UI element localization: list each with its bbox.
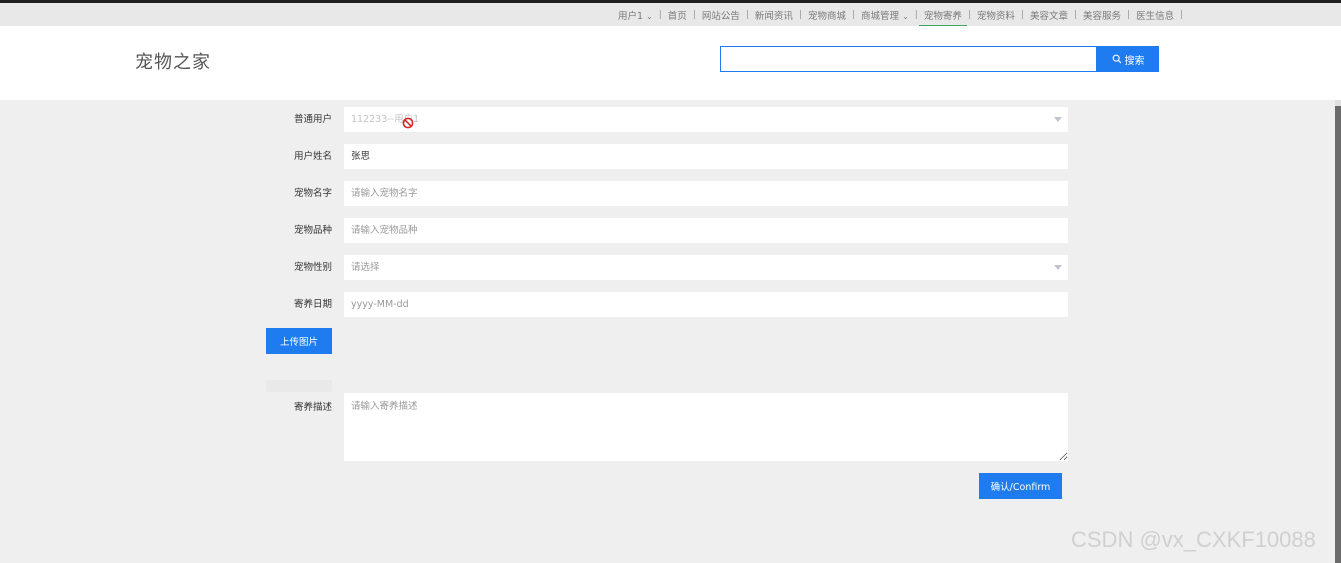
nav-item-pet-mall[interactable]: 宠物商城	[802, 8, 852, 22]
nav-item-home[interactable]: 首页	[662, 8, 693, 22]
nav-user-menu[interactable]: 用户1 ⌄	[612, 8, 659, 22]
chevron-down-icon	[1054, 117, 1062, 122]
pet-gender-placeholder: 请选择	[351, 262, 380, 273]
image-preview-placeholder	[266, 380, 332, 392]
field-label: 宠物性别	[293, 262, 332, 273]
nav-item-doctor-info[interactable]: 医生信息	[1130, 8, 1180, 22]
nav-item-mall-management[interactable]: 商城管理 ⌄	[855, 8, 915, 22]
search-icon	[1112, 54, 1121, 64]
nav-item-pet-info[interactable]: 宠物资料	[971, 8, 1021, 22]
not-allowed-icon	[402, 117, 414, 129]
form-row-user-name: 用户姓名 张思	[260, 144, 1068, 169]
nav-item-beauty-services[interactable]: 美容服务	[1077, 8, 1127, 22]
form-row-user: 普通用户 112233--用户1	[260, 107, 1068, 132]
form-row-pet-gender: 宠物性别 请选择	[260, 255, 1068, 280]
nav-item-news[interactable]: 新闻资讯	[749, 8, 799, 22]
boarding-description-textarea[interactable]	[344, 393, 1068, 461]
scrollbar[interactable]	[1335, 100, 1341, 563]
user-select[interactable]: 112233--用户1	[344, 107, 1068, 132]
user-menu-label: 用户1	[618, 11, 644, 22]
mall-management-label: 商城管理	[861, 11, 900, 22]
nav-item-pet-boarding[interactable]: 宠物寄养	[918, 8, 968, 28]
field-label: 普通用户	[293, 114, 332, 125]
chevron-down-icon: ⌄	[902, 12, 909, 21]
pet-breed-input[interactable]: 请输入宠物品种	[344, 218, 1068, 243]
nav-separator: |	[1180, 10, 1184, 20]
search-button[interactable]: 搜索	[1097, 46, 1159, 72]
search-button-label: 搜索	[1124, 55, 1145, 67]
top-navbar: 用户1 ⌄ | 首页 | 网站公告 | 新闻资讯 | 宠物商城 | 商城管理 ⌄ |…	[0, 0, 1341, 28]
field-label: 寄养描述	[293, 402, 332, 413]
site-header: 宠物之家 搜索	[0, 26, 1341, 100]
form-row-description: 寄养描述	[260, 393, 1068, 461]
form-row-pet-breed: 宠物品种 请输入宠物品种	[260, 218, 1068, 243]
nav-item-announcements[interactable]: 网站公告	[696, 8, 746, 22]
chevron-down-icon	[1054, 265, 1062, 270]
nav-menu: 用户1 ⌄ | 首页 | 网站公告 | 新闻资讯 | 宠物商城 | 商城管理 ⌄ |…	[612, 8, 1184, 28]
field-label: 用户姓名	[293, 151, 332, 162]
field-label: 宠物品种	[293, 225, 332, 236]
search-input[interactable]	[720, 46, 1097, 72]
confirm-button[interactable]: 确认/Confirm	[979, 473, 1062, 499]
form-row-pet-name: 宠物名字 请输入宠物名字	[260, 181, 1068, 206]
watermark: CSDN @vx_CXKF10088	[1071, 527, 1316, 552]
boarding-date-input[interactable]: yyyy-MM-dd	[344, 292, 1068, 317]
field-label: 宠物名字	[293, 188, 332, 199]
field-label: 寄养日期	[293, 299, 332, 310]
site-brand[interactable]: 宠物之家	[135, 48, 211, 74]
user-name-field[interactable]: 张思	[344, 144, 1068, 169]
pet-name-input[interactable]: 请输入宠物名字	[344, 181, 1068, 206]
nav-item-beauty-articles[interactable]: 美容文章	[1024, 8, 1074, 22]
scrollbar-thumb[interactable]	[1335, 106, 1341, 563]
form-row-boarding-date: 寄养日期 yyyy-MM-dd	[260, 292, 1068, 317]
pet-gender-select[interactable]: 请选择	[344, 255, 1068, 280]
chevron-down-icon: ⌄	[646, 12, 653, 21]
upload-image-button[interactable]: 上传图片	[266, 328, 332, 354]
